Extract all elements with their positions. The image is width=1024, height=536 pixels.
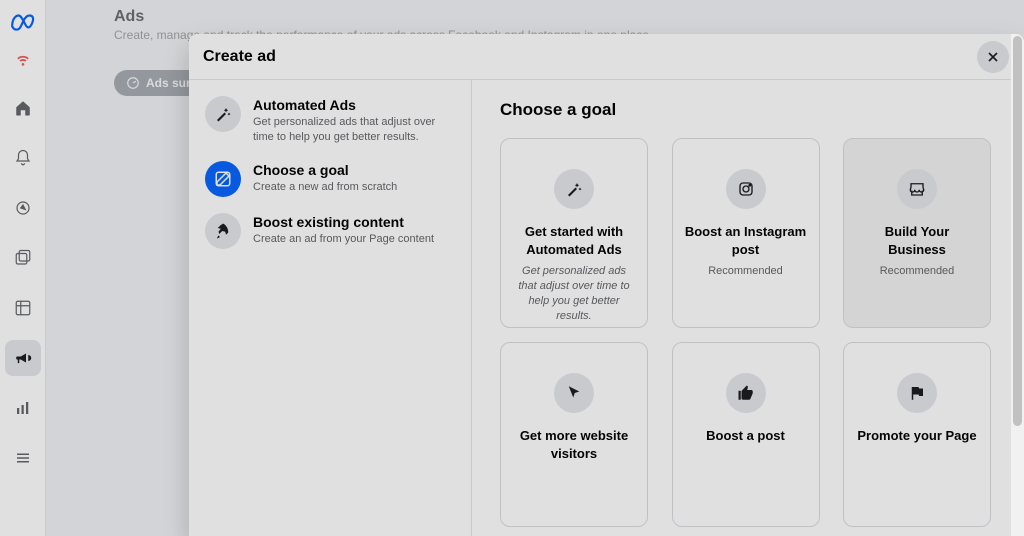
modal-scrollbar-thumb[interactable] (1013, 36, 1022, 426)
modal-scrim (0, 0, 1024, 536)
modal-scrollbar[interactable] (1011, 34, 1024, 536)
